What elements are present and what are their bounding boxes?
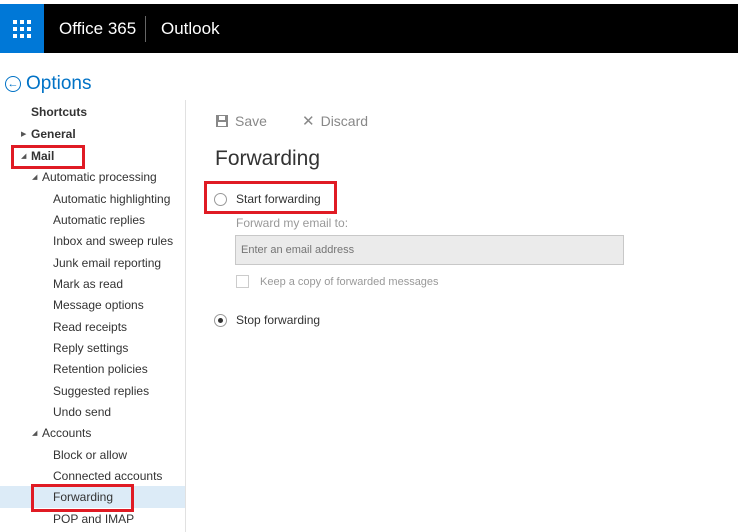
stop-forwarding-option[interactable]: Stop forwarding	[214, 313, 320, 327]
nav-item-automatic-processing[interactable]: ◢ Automatic processing	[32, 167, 157, 188]
nav-item-retention-policies[interactable]: Retention policies	[53, 359, 148, 380]
nav-item-shortcuts[interactable]: Shortcuts	[31, 102, 87, 123]
discard-button-label: Discard	[320, 113, 369, 129]
back-arrow-icon: ←	[5, 76, 21, 92]
collapse-caret-icon[interactable]: ◢	[32, 423, 42, 444]
nav-item-undo-send[interactable]: Undo send	[53, 402, 111, 423]
forward-email-input[interactable]	[235, 235, 624, 265]
nav-item-general-label: General	[31, 127, 76, 141]
nav-item-reply-settings[interactable]: Reply settings	[53, 338, 128, 359]
nav-item-automatic-highlighting[interactable]: Automatic highlighting	[53, 189, 170, 210]
nav-divider	[185, 100, 186, 532]
nav-item-automatic-replies[interactable]: Automatic replies	[53, 210, 145, 231]
options-back-link[interactable]: ← Options	[5, 72, 91, 96]
nav-item-block-or-allow[interactable]: Block or allow	[53, 445, 127, 466]
discard-icon: ✕	[302, 113, 315, 130]
stop-forwarding-label: Stop forwarding	[236, 313, 321, 327]
nav-item-message-options[interactable]: Message options	[53, 295, 144, 316]
app-launcher-button[interactable]	[0, 4, 44, 53]
keep-copy-option[interactable]: Keep a copy of forwarded messages	[236, 275, 439, 288]
save-icon	[216, 115, 228, 127]
keep-copy-label: Keep a copy of forwarded messages	[260, 275, 439, 288]
nav-item-automatic-processing-label: Automatic processing	[42, 170, 157, 184]
nav-item-accounts[interactable]: ◢ Accounts	[32, 423, 91, 444]
save-button-label: Save	[235, 113, 267, 129]
save-button[interactable]: Save	[216, 112, 267, 130]
forwarding-highlight-box	[31, 484, 134, 512]
office-365-brand[interactable]: Office 365	[59, 4, 136, 53]
topbar-divider	[145, 16, 146, 42]
nav-item-pop-and-imap[interactable]: POP and IMAP	[53, 509, 134, 530]
keep-copy-checkbox[interactable]	[236, 275, 249, 288]
app-launcher-icon	[13, 19, 31, 38]
nav-item-suggested-replies[interactable]: Suggested replies	[53, 381, 149, 402]
discard-button[interactable]: ✕ Discard	[302, 112, 368, 130]
page-title: Forwarding	[215, 147, 321, 170]
mail-highlight-box	[11, 145, 85, 169]
nav-item-accounts-label: Accounts	[42, 426, 92, 440]
nav-item-junk-email-reporting[interactable]: Junk email reporting	[53, 253, 161, 274]
nav-item-read-receipts[interactable]: Read receipts	[53, 317, 127, 338]
collapse-caret-icon[interactable]: ◢	[32, 167, 42, 188]
outlook-app-name[interactable]: Outlook	[161, 4, 220, 53]
nav-item-inbox-sweep-rules[interactable]: Inbox and sweep rules	[53, 231, 173, 252]
top-navigation-bar: Office 365 Outlook	[0, 4, 738, 53]
nav-item-general[interactable]: ▶ General	[21, 124, 76, 145]
forward-to-label: Forward my email to:	[236, 216, 349, 230]
stop-forwarding-radio[interactable]	[214, 313, 227, 327]
expand-caret-icon[interactable]: ▶	[21, 124, 31, 145]
nav-item-mark-as-read[interactable]: Mark as read	[53, 274, 123, 295]
options-title: Options	[26, 73, 92, 94]
start-forwarding-highlight-box	[204, 181, 337, 214]
